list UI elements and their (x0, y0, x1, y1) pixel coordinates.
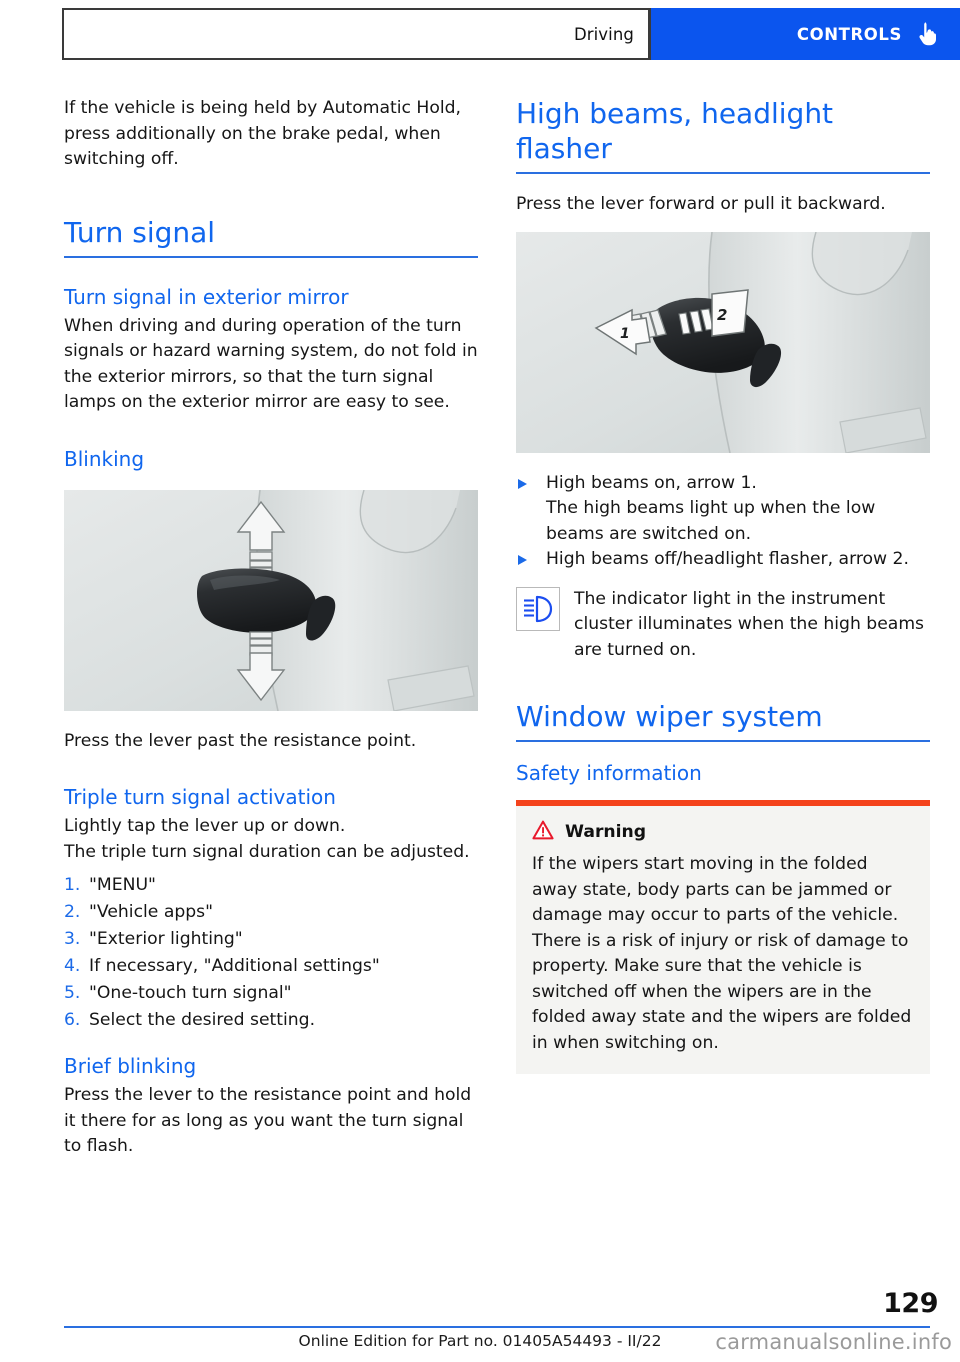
step-number: 6. (64, 1010, 81, 1030)
step-number: 2. (64, 902, 81, 922)
list-item: High beams off/headlight flasher, arrow … (516, 547, 930, 573)
step-number: 3. (64, 929, 81, 949)
triple-turn-signal-steps: 1. "MENU" 2. "Vehicle apps" 3. "Exterior… (64, 873, 478, 1034)
header-section-tab[interactable]: Driving (62, 8, 651, 60)
bullet-text: High beams on, arrow 1. (546, 472, 757, 493)
step-number: 4. (64, 956, 81, 976)
warning-label: Warning (565, 822, 647, 842)
subsection-title-blinking: Blinking (64, 446, 145, 471)
step-text: If necessary, "Additional settings" (89, 956, 380, 976)
step-number: 1. (64, 875, 81, 895)
section-title-turn-signal: Turn signal (64, 215, 478, 258)
blinking-caption: Press the lever past the resistance poin… (64, 730, 417, 751)
header-chapter-tab[interactable]: CONTROLS (651, 8, 960, 60)
svg-text:1: 1 (620, 326, 630, 342)
high-beam-indicator-note: The indicator light in the instrument cl… (516, 586, 930, 664)
section-title-window-wiper: Window wiper system (516, 699, 930, 742)
left-column: If the vehicle is being held by Automati… (64, 96, 478, 1160)
triple-line-2: The triple turn signal duration can be a… (64, 841, 470, 862)
list-item-continuation: The high beams light up when the low bea… (516, 496, 930, 547)
list-item: High beams on, arrow 1. (516, 471, 930, 497)
list-item: 1. "MENU" (64, 873, 478, 899)
list-item: 5. "One-touch turn signal" (64, 981, 478, 1007)
subsection-title-safety-information: Safety information (516, 761, 702, 785)
list-item: 4. If necessary, "Additional settings" (64, 954, 478, 980)
high-beams-bullets: High beams on, arrow 1. The high beams l… (516, 471, 930, 573)
warning-box: Warning If the wipers start moving in th… (516, 800, 930, 1074)
section-title-high-beams: High beams, headlight flasher (516, 96, 930, 174)
high-beam-indicator-icon (516, 586, 560, 631)
step-text: "Vehicle apps" (89, 902, 214, 922)
bullet-continuation-text: The high beams light up when the low bea… (546, 498, 876, 544)
step-text: "One-touch turn signal" (89, 983, 292, 1003)
list-item: 3. "Exterior lighting" (64, 927, 478, 953)
bullet-text: High beams off/headlight flasher, arrow … (546, 549, 909, 569)
subsection-title-triple-turn-signal: Triple turn signal activation (64, 785, 336, 809)
footer-watermark: carmanualsonline.info (715, 1330, 952, 1354)
pointing-hand-icon (916, 21, 938, 47)
step-text: "MENU" (89, 875, 156, 895)
triple-line-1: Lightly tap the lever up or down. (64, 816, 346, 836)
step-number: 5. (64, 983, 81, 1003)
step-text: "Exterior lighting" (89, 929, 243, 949)
page-header: Driving CONTROLS (62, 8, 960, 60)
exterior-mirror-body: When driving and during operation of the… (64, 315, 478, 413)
list-item: 2. "Vehicle apps" (64, 900, 478, 926)
brief-blinking-body: Press the lever to the resistance point … (64, 1085, 472, 1156)
step-text: Select the desired setting. (89, 1010, 316, 1030)
triangle-bullet-icon (516, 471, 546, 489)
subsection-title-exterior-mirror: Turn signal in exterior mirror (64, 284, 349, 309)
warning-body-text: If the wipers start moving in the folded… (532, 854, 912, 1053)
right-column: High beams, headlight flasher Press the … (516, 96, 930, 1074)
figure-turn-signal-stalk (64, 489, 478, 711)
list-item: 6. Select the desired setting. (64, 1008, 478, 1034)
header-section-label: Driving (573, 24, 634, 44)
triangle-bullet-icon (516, 547, 546, 565)
footer-divider (64, 1326, 930, 1328)
figure-high-beam-lever: 1 2 (516, 231, 930, 453)
warning-header: Warning (532, 820, 914, 844)
subsection-title-brief-blinking: Brief blinking (64, 1054, 197, 1078)
page-number: 129 (883, 1288, 938, 1319)
high-beams-intro: Press the lever forward or pull it backw… (516, 194, 886, 214)
warning-triangle-icon (532, 820, 554, 844)
intro-paragraph: If the vehicle is being held by Automati… (64, 98, 462, 169)
indicator-note-text: The indicator light in the instrument cl… (574, 588, 925, 660)
svg-text:2: 2 (717, 306, 727, 324)
header-chapter-label: CONTROLS (796, 24, 902, 44)
